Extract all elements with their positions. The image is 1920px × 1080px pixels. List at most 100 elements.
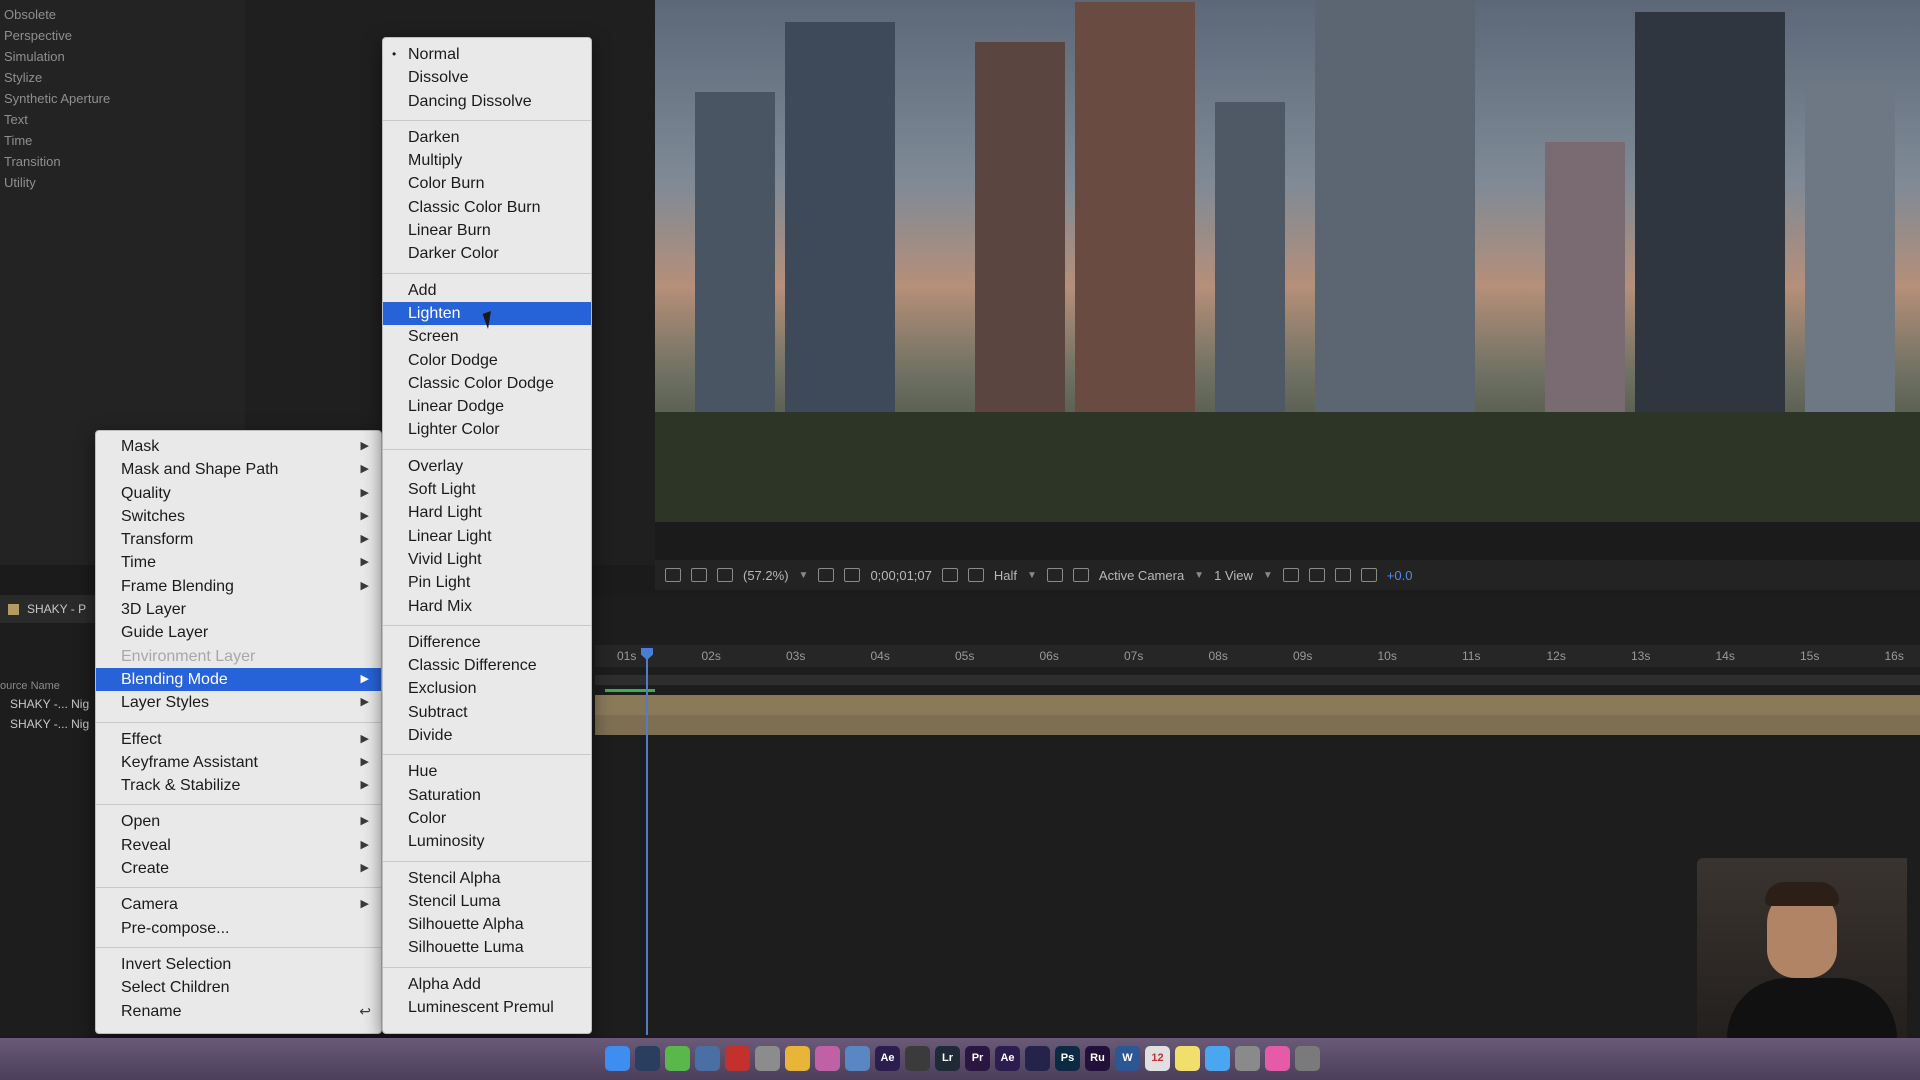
chevron-down-icon[interactable]: ▼	[1263, 570, 1273, 581]
media-encoder-icon[interactable]	[1025, 1046, 1050, 1071]
timeline-icon[interactable]	[1308, 568, 1325, 582]
blend-mode-linear-burn[interactable]: Linear Burn	[383, 219, 591, 242]
menu-item-switches[interactable]: Switches ▶	[96, 505, 381, 528]
menu-item-quality[interactable]: Quality ▶	[96, 482, 381, 505]
preview-icon[interactable]	[845, 1046, 870, 1071]
menu-item-effect[interactable]: Effect ▶	[96, 728, 381, 751]
blend-mode-luminescent-premul[interactable]: Luminescent Premul	[383, 996, 591, 1019]
menu-item-mask-and-shape-path[interactable]: Mask and Shape Path ▶	[96, 458, 381, 481]
composition-viewer[interactable]	[655, 0, 1920, 522]
settings-icon[interactable]	[1235, 1046, 1260, 1071]
filezilla-icon[interactable]	[725, 1046, 750, 1071]
effect-category-item[interactable]: Stylize	[0, 67, 245, 88]
blend-mode-dancing-dissolve[interactable]: Dancing Dissolve	[383, 90, 591, 113]
toggle-mask-icon[interactable]	[844, 568, 861, 582]
effect-category-item[interactable]: Synthetic Aperture	[0, 88, 245, 109]
premiere-icon[interactable]: Pr	[965, 1046, 990, 1071]
blend-mode-soft-light[interactable]: Soft Light	[383, 478, 591, 501]
playhead-line[interactable]	[646, 650, 648, 1035]
blend-mode-classic-difference[interactable]: Classic Difference	[383, 654, 591, 677]
system-icon[interactable]	[695, 1046, 720, 1071]
effect-category-item[interactable]: Utility	[0, 172, 245, 193]
flowchart-icon[interactable]	[1334, 568, 1351, 582]
blend-mode-normal[interactable]: • Normal	[383, 43, 591, 66]
blend-mode-pin-light[interactable]: Pin Light	[383, 571, 591, 594]
blend-mode-hue[interactable]: Hue	[383, 760, 591, 783]
blend-mode-classic-color-burn[interactable]: Classic Color Burn	[383, 196, 591, 219]
camera-select[interactable]: Active Camera	[1099, 568, 1184, 583]
view-layout-select[interactable]: 1 View	[1214, 568, 1253, 583]
transparency-grid-icon[interactable]	[1072, 568, 1089, 582]
itunes-icon[interactable]	[1265, 1046, 1290, 1071]
menu-item-track-stabilize[interactable]: Track & Stabilize ▶	[96, 774, 381, 797]
blend-mode-stencil-alpha[interactable]: Stencil Alpha	[383, 867, 591, 890]
blend-mode-hard-mix[interactable]: Hard Mix	[383, 595, 591, 618]
chrome-icon[interactable]	[785, 1046, 810, 1071]
menu-item-pre-compose[interactable]: Pre-compose...	[96, 917, 381, 940]
menu-item-mask[interactable]: Mask ▶	[96, 435, 381, 458]
blend-mode-vivid-light[interactable]: Vivid Light	[383, 548, 591, 571]
lightroom-icon[interactable]: Lr	[935, 1046, 960, 1071]
menu-item-blending-mode[interactable]: Blending Mode ▶	[96, 667, 381, 692]
blend-mode-stencil-luma[interactable]: Stencil Luma	[383, 890, 591, 913]
after-effects-2-icon[interactable]: Ae	[995, 1046, 1020, 1071]
chevron-down-icon[interactable]: ▼	[799, 570, 809, 581]
mask-visibility-icon[interactable]	[717, 568, 733, 582]
menu-item-layer-styles[interactable]: Layer Styles ▶	[96, 691, 381, 714]
effect-category-item[interactable]: Obsolete	[0, 4, 245, 25]
blend-mode-linear-dodge[interactable]: Linear Dodge	[383, 395, 591, 418]
utility-icon[interactable]	[905, 1046, 930, 1071]
blend-mode-saturation[interactable]: Saturation	[383, 784, 591, 807]
work-area-bar[interactable]	[595, 675, 1920, 685]
blend-mode-alpha-add[interactable]: Alpha Add	[383, 973, 591, 996]
region-of-interest-icon[interactable]	[665, 568, 681, 582]
blend-mode-exclusion[interactable]: Exclusion	[383, 677, 591, 700]
word-icon[interactable]: W	[1115, 1046, 1140, 1071]
always-preview-icon[interactable]	[691, 568, 707, 582]
blend-mode-silhouette-luma[interactable]: Silhouette Luma	[383, 936, 591, 959]
layer-duration-bar[interactable]	[595, 695, 1920, 715]
after-effects-icon[interactable]: Ae	[875, 1046, 900, 1071]
trash-icon[interactable]	[1295, 1046, 1320, 1071]
utorrent-icon[interactable]	[665, 1046, 690, 1071]
effect-category-item[interactable]: Simulation	[0, 46, 245, 67]
blend-mode-linear-light[interactable]: Linear Light	[383, 525, 591, 548]
source-name-header[interactable]: ource Name	[0, 680, 60, 692]
reset-exposure-icon[interactable]	[1360, 568, 1377, 582]
blend-mode-lighter-color[interactable]: Lighter Color	[383, 418, 591, 441]
blend-mode-classic-color-dodge[interactable]: Classic Color Dodge	[383, 372, 591, 395]
layer-row[interactable]: SHAKY -... Nig	[0, 715, 100, 733]
menu-item-3d-layer[interactable]: 3D Layer	[96, 598, 381, 621]
menu-item-transform[interactable]: Transform ▶	[96, 528, 381, 551]
menu-item-create[interactable]: Create ▶	[96, 857, 381, 880]
messages-icon[interactable]	[1205, 1046, 1230, 1071]
fast-previews-icon[interactable]	[1046, 568, 1063, 582]
blend-mode-add[interactable]: Add	[383, 279, 591, 302]
toggle-pixel-aspect-icon[interactable]	[1282, 568, 1299, 582]
time-ruler[interactable]: 01s 02s 03s 04s 05s 06s 07s 08s 09s 10s 11s 12s 13s 1…	[595, 645, 1920, 667]
launchpad-icon[interactable]	[755, 1046, 780, 1071]
blend-mode-luminosity[interactable]: Luminosity	[383, 830, 591, 853]
effect-category-item[interactable]: Transition	[0, 151, 245, 172]
menu-item-time[interactable]: Time ▶	[96, 551, 381, 574]
effect-category-item[interactable]: Text	[0, 109, 245, 130]
blend-mode-color[interactable]: Color	[383, 807, 591, 830]
blend-mode-dissolve[interactable]: Dissolve	[383, 66, 591, 89]
current-time[interactable]: 0;00;01;07	[870, 568, 931, 583]
resolution-select[interactable]: Half	[994, 568, 1017, 583]
blend-mode-darken[interactable]: Darken	[383, 126, 591, 149]
blend-mode-subtract[interactable]: Subtract	[383, 701, 591, 724]
blend-mode-darker-color[interactable]: Darker Color	[383, 242, 591, 265]
menu-item-rename[interactable]: Rename ↩	[96, 1000, 381, 1023]
blend-mode-difference[interactable]: Difference	[383, 631, 591, 654]
menu-item-guide-layer[interactable]: Guide Layer	[96, 621, 381, 644]
layer-row[interactable]: SHAKY -... Nig	[0, 695, 100, 713]
composition-tab[interactable]: SHAKY - P	[0, 595, 100, 623]
exposure-value[interactable]: +0.0	[1387, 568, 1413, 583]
steam-icon[interactable]	[635, 1046, 660, 1071]
rush-icon[interactable]: Ru	[1085, 1046, 1110, 1071]
chevron-down-icon[interactable]: ▼	[1027, 570, 1037, 581]
menu-item-keyframe-assistant[interactable]: Keyframe Assistant ▶	[96, 751, 381, 774]
game-icon[interactable]	[815, 1046, 840, 1071]
finder-icon[interactable]	[605, 1046, 630, 1071]
